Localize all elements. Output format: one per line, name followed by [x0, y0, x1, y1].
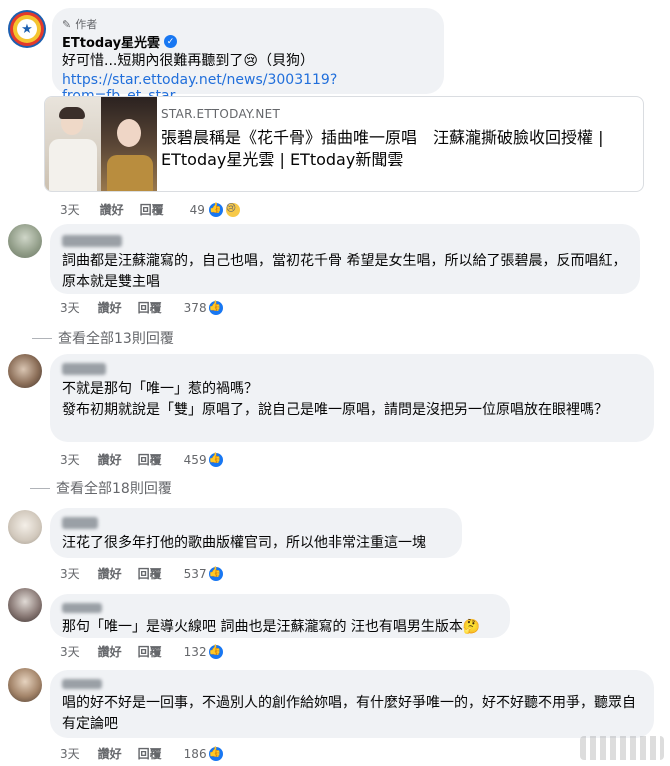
comment-bubble: 唱的好不好是一回事，不過別人的創作給妳唱，有什麼好爭唯一的，好不好聽不用爭，聽眾… — [50, 670, 654, 738]
card-thumbnail — [45, 97, 157, 191]
avatar[interactable] — [8, 354, 42, 388]
like-button[interactable]: 讚好 — [98, 299, 122, 316]
view-replies-link[interactable]: 查看全部18則回覆 — [30, 478, 172, 498]
avatar[interactable] — [8, 510, 42, 544]
reply-button[interactable]: 回覆 — [138, 451, 162, 468]
reaction-count[interactable]: 459 — [184, 453, 207, 467]
reply-button[interactable]: 回覆 — [140, 201, 164, 218]
comment-actions: 3天 讚好 回覆 537 👍 — [60, 564, 225, 583]
post-text: 好可惜...短期內很難再聽到了😢（貝狗） — [62, 53, 314, 69]
comment-actions: 3天 讚好 回覆 378 👍 — [60, 298, 225, 317]
card-domain: STAR.ETTODAY.NET — [161, 107, 281, 121]
comment-actions: 3天 讚好 回覆 459 👍 — [60, 450, 225, 469]
reaction-count[interactable]: 186 — [184, 747, 207, 761]
reply-button[interactable]: 回覆 — [138, 745, 162, 762]
reply-button[interactable]: 回覆 — [138, 643, 162, 660]
view-replies-link[interactable]: 查看全部13則回覆 — [32, 328, 174, 348]
verified-check-icon: ✓ — [164, 35, 178, 48]
reaction-count[interactable]: 537 — [184, 567, 207, 581]
timestamp[interactable]: 3天 — [60, 299, 80, 316]
reaction-count[interactable]: 49 — [190, 203, 205, 217]
comment-text: 唱的好不好是一回事，不過別人的創作給妳唱，有什麼好爭唯一的，好不好聽不用爭，聽眾… — [62, 695, 636, 732]
timestamp[interactable]: 3天 — [60, 745, 80, 762]
thumbs-up-icon: 👍 — [206, 643, 225, 661]
commenter-name[interactable] — [62, 360, 642, 379]
like-button[interactable]: 讚好 — [98, 451, 122, 468]
reaction-count[interactable]: 378 — [184, 301, 207, 315]
thumbs-up-icon: 👍 — [206, 201, 225, 219]
commenter-name[interactable] — [62, 598, 498, 617]
avatar[interactable] — [8, 588, 42, 622]
commenter-name[interactable] — [62, 674, 642, 693]
timestamp[interactable]: 3天 — [60, 565, 80, 582]
comment-bubble: 汪花了很多年打他的歌曲版權官司，所以他非常注重這一塊 — [50, 508, 462, 558]
comment-actions: 3天 讚好 回覆 132 👍 — [60, 642, 225, 661]
timestamp[interactable]: 3天 — [60, 201, 80, 218]
author-name[interactable]: ETtoday星光雲 ✓ — [62, 32, 434, 51]
thumbs-up-icon: 👍 — [206, 299, 225, 317]
link-preview-card[interactable]: STAR.ETTODAY.NET 張碧晨稱是《花千骨》插曲唯一原唱 汪蘇瀧撕破臉… — [44, 96, 644, 192]
comment-text: 汪花了很多年打他的歌曲版權官司，所以他非常注重這一塊 — [62, 535, 426, 551]
comment-bubble: 詞曲都是汪蘇瀧寫的，自己也唱，當初花千骨 希望是女生唱，所以給了張碧晨，反而唱紅… — [50, 224, 640, 294]
sad-face-icon: 😢 — [223, 201, 242, 219]
comment-text: 詞曲都是汪蘇瀧寫的，自己也唱，當初花千骨 希望是女生唱，所以給了張碧晨，反而唱紅… — [62, 253, 627, 290]
page-avatar[interactable]: ★ — [8, 10, 46, 48]
reactions[interactable]: 👍 😢 — [206, 200, 242, 219]
comment-bubble: 那句「唯一」是導火線吧 詞曲也是汪蘇瀧寫的 汪也有唱男生版本🤔 — [50, 594, 510, 638]
comment-thread: ★ ✎ 作者 ETtoday星光雲 ✓ 好可惜...短期內很難再聽到了😢（貝狗）… — [0, 0, 670, 766]
watermark — [580, 736, 664, 760]
like-button[interactable]: 讚好 — [98, 643, 122, 660]
thumbs-up-icon: 👍 — [206, 565, 225, 583]
reply-button[interactable]: 回覆 — [138, 299, 162, 316]
commenter-name[interactable] — [62, 514, 450, 533]
comment-bubble: 不就是那句「唯一」惹的禍嗎？ 發布初期就說是「雙」原唱了，說自己是唯一原唱，請問… — [50, 354, 654, 442]
author-tag: ✎ 作者 — [62, 17, 98, 32]
like-button[interactable]: 讚好 — [98, 565, 122, 582]
pencil-icon: ✎ — [62, 17, 72, 31]
reaction-count[interactable]: 132 — [184, 645, 207, 659]
comment-text: 那句「唯一」是導火線吧 詞曲也是汪蘇瀧寫的 汪也有唱男生版本🤔 — [62, 619, 481, 635]
timestamp[interactable]: 3天 — [60, 451, 80, 468]
card-title[interactable]: 張碧晨稱是《花千骨》插曲唯一原唱 汪蘇瀧撕破臉收回授權 | ETtoday星光雲… — [161, 127, 641, 171]
comment-text-line-2: 發布初期就說是「雙」原唱了，說自己是唯一原唱，請問是沒把另一位原唱放在眼裡嗎？ — [62, 402, 608, 418]
thinking-face-icon: 🤔 — [462, 619, 481, 635]
sad-face-icon: 😢 — [243, 53, 258, 69]
post-bubble: ✎ 作者 ETtoday星光雲 ✓ 好可惜...短期內很難再聽到了😢（貝狗） h… — [52, 8, 444, 104]
comment-text-line-1: 不就是那句「唯一」惹的禍嗎？ — [62, 381, 258, 397]
comment-actions: 3天 讚好 回覆 186 👍 — [60, 744, 225, 763]
like-button[interactable]: 讚好 — [98, 745, 122, 762]
avatar[interactable] — [8, 224, 42, 258]
like-button[interactable]: 讚好 — [100, 201, 124, 218]
avatar[interactable] — [8, 668, 42, 702]
reply-button[interactable]: 回覆 — [138, 565, 162, 582]
thumbs-up-icon: 👍 — [206, 745, 225, 763]
thumbs-up-icon: 👍 — [206, 451, 225, 469]
post-actions: 3天 讚好 回覆 49 👍 😢 — [60, 200, 242, 219]
timestamp[interactable]: 3天 — [60, 643, 80, 660]
commenter-name[interactable] — [62, 232, 628, 251]
